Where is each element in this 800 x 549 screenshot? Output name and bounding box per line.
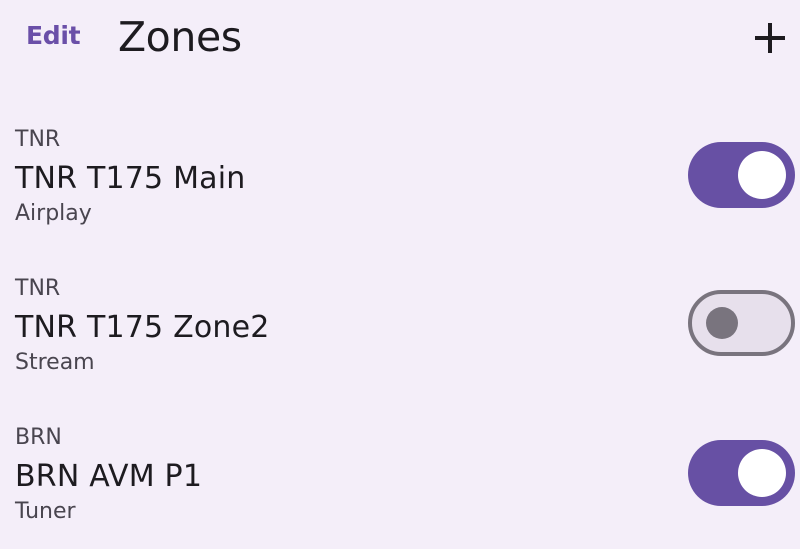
zone-item[interactable]: TNR TNR T175 Zone2 Stream bbox=[0, 275, 800, 393]
zone-power-toggle[interactable] bbox=[688, 290, 795, 356]
zone-device-label: TNR bbox=[15, 127, 61, 152]
add-zone-button[interactable] bbox=[750, 18, 790, 58]
zone-power-toggle[interactable] bbox=[688, 142, 795, 208]
edit-button[interactable]: Edit bbox=[26, 19, 81, 53]
toggle-knob bbox=[738, 151, 786, 199]
toggle-knob bbox=[738, 449, 786, 497]
zone-power-toggle[interactable] bbox=[688, 440, 795, 506]
zone-item[interactable]: TNR TNR T175 Main Airplay bbox=[0, 126, 800, 244]
zone-device-label: TNR bbox=[15, 276, 61, 301]
zone-name: TNR T175 Zone2 bbox=[15, 310, 270, 345]
zone-name: TNR T175 Main bbox=[15, 161, 246, 196]
zone-item[interactable]: BRN BRN AVM P1 Tuner bbox=[0, 424, 800, 542]
zone-source: Airplay bbox=[15, 201, 92, 226]
zone-name: BRN AVM P1 bbox=[15, 459, 203, 494]
app-header: Edit Zones bbox=[0, 0, 800, 80]
zone-source: Tuner bbox=[15, 499, 76, 524]
plus-icon bbox=[755, 23, 785, 53]
zone-device-label: BRN bbox=[15, 425, 62, 450]
toggle-knob bbox=[706, 307, 738, 339]
zone-source: Stream bbox=[15, 350, 95, 375]
page-title: Zones bbox=[118, 13, 242, 61]
